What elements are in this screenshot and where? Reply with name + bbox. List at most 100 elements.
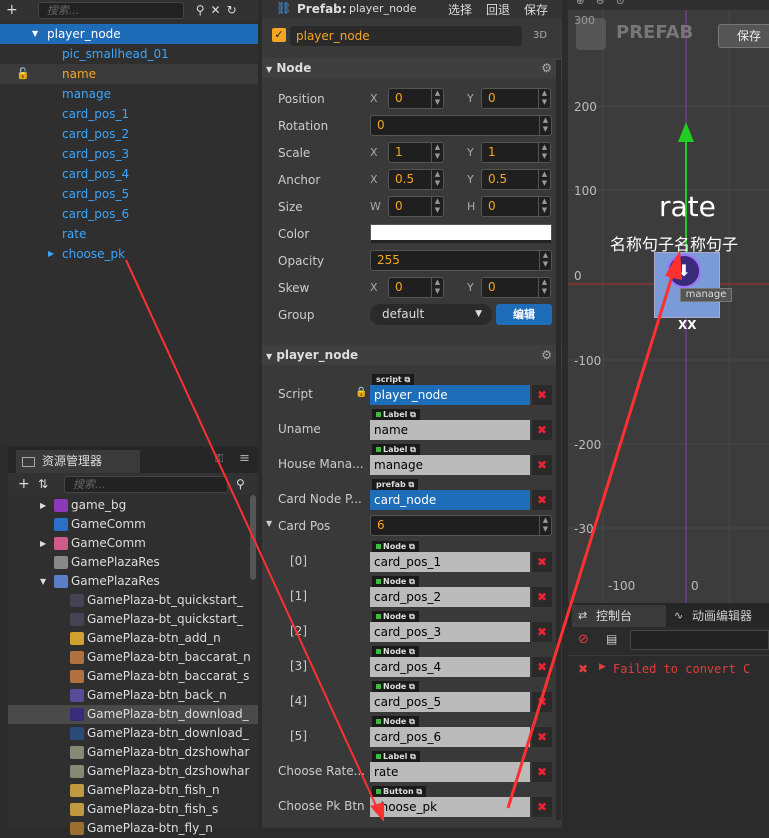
gear-icon[interactable]: ⚙ (541, 58, 552, 78)
spinner-icon[interactable]: ▲ ▼ (431, 170, 443, 189)
position-y-input[interactable]: 0 ▲ ▼ (481, 88, 551, 109)
refresh-icon[interactable]: ↻ (227, 2, 237, 18)
lock-icon[interactable]: ⚿ (215, 452, 223, 466)
tree-item[interactable]: rate (0, 224, 258, 244)
asset-item[interactable]: ▶ GameComm (8, 534, 258, 553)
rate-text[interactable]: rate (659, 190, 716, 223)
group-select[interactable]: default ▼ (370, 304, 492, 325)
remove-card-pos-button[interactable]: ✖ (532, 587, 552, 607)
remove-card-pos-button[interactable]: ✖ (532, 552, 552, 572)
opacity-input[interactable]: 255 ▲ ▼ (370, 250, 552, 271)
size-w-input[interactable]: 0 ▲ ▼ (388, 196, 444, 217)
spinner-icon[interactable]: ▲ ▼ (538, 278, 550, 297)
asset-item[interactable]: GamePlaza-btn_dzshowhar (8, 762, 258, 781)
spinner-icon[interactable]: ▲ ▼ (431, 278, 443, 297)
asset-item[interactable]: GamePlaza-btn_baccarat_n (8, 648, 258, 667)
asset-item[interactable]: ▶ game_bg (8, 496, 258, 515)
console-filter-input[interactable] (630, 630, 769, 650)
remove-house-button[interactable]: ✖ (532, 455, 552, 475)
clear-icon[interactable]: ⊘ (578, 632, 589, 647)
remove-card-pos-button[interactable]: ✖ (532, 727, 552, 747)
gear-icon[interactable]: ⚙ (541, 345, 552, 365)
assets-scrollbar[interactable] (250, 495, 256, 580)
asset-item[interactable]: GamePlaza-btn_fly_n (8, 819, 258, 838)
menu-icon[interactable]: ≡ (239, 451, 250, 466)
scale-y-input[interactable]: 1 ▲ ▼ (481, 142, 551, 163)
spinner-icon[interactable]: ▲ ▼ (431, 197, 443, 216)
remove-card-pos-button[interactable]: ✖ (532, 622, 552, 642)
expand-arrow-icon[interactable]: ▶ (48, 244, 54, 264)
skew-y-input[interactable]: 0 ▲ ▼ (481, 277, 551, 298)
house-manage-field[interactable]: manage (370, 455, 530, 475)
tree-item[interactable]: card_pos_4 (0, 164, 258, 184)
card-pos-count-input[interactable]: 6 ▲ ▼ (370, 515, 552, 536)
zoom-out-icon[interactable]: ⊖ (596, 0, 604, 7)
remove-uname-button[interactable]: ✖ (532, 420, 552, 440)
expand-arrow-icon[interactable]: ▶ (40, 534, 46, 553)
asset-item[interactable]: GamePlaza-btn_download_ (8, 705, 258, 724)
tree-item[interactable]: card_pos_2 (0, 124, 258, 144)
position-x-input[interactable]: 0 ▲ ▼ (388, 88, 444, 109)
card-node-field[interactable]: card_node (370, 490, 530, 510)
collapse-icon[interactable]: ✕ (211, 2, 221, 18)
card-pos-field[interactable]: card_pos_1 (370, 552, 530, 572)
spinner-icon[interactable]: ▲ ▼ (538, 197, 550, 216)
remove-rate-button[interactable]: ✖ (532, 762, 552, 782)
asset-item[interactable]: GamePlaza-btn_fish_s (8, 800, 258, 819)
hierarchy-search-input[interactable]: 搜索... (37, 1, 184, 19)
inspector-scrollbar[interactable] (556, 60, 561, 820)
asset-item[interactable]: GamePlaza-bt_quickstart_ (8, 591, 258, 610)
node-name-input[interactable]: player_node (290, 26, 522, 46)
spinner-icon[interactable]: ▲ ▼ (539, 516, 551, 535)
xx-text[interactable]: XX (678, 318, 697, 332)
spinner-icon[interactable]: ▲ ▼ (538, 143, 550, 162)
zoom-in-icon[interactable]: ⊕ (576, 0, 584, 7)
card-pos-field[interactable]: card_pos_2 (370, 587, 530, 607)
node-active-checkbox[interactable]: ✓ (272, 28, 286, 42)
revert-button[interactable]: 回退 (486, 1, 510, 18)
anchor-x-input[interactable]: 0.5 ▲ ▼ (388, 169, 444, 190)
scene-view[interactable]: ⊕ ⊖ ⊙ PREFAB 保存 300 200 100 0 -100 -200 … (568, 0, 769, 603)
lock-icon[interactable]: 🔓 (16, 64, 30, 84)
avatar[interactable]: ⬇ (654, 252, 720, 318)
spinner-icon[interactable]: ▲ ▼ (538, 170, 550, 189)
color-picker[interactable] (370, 224, 552, 243)
choose-pk-field[interactable]: choose_pk (370, 797, 530, 817)
tab-console[interactable]: ⇄ 控制台 (572, 605, 666, 627)
add-icon[interactable]: + (18, 476, 30, 492)
assets-search-input[interactable]: 搜索... (64, 476, 228, 493)
tree-item[interactable]: pic_smallhead_01 (0, 44, 258, 64)
search-icon[interactable]: ⚲ (236, 476, 245, 492)
asset-item[interactable]: GamePlaza-btn_baccarat_s (8, 667, 258, 686)
expand-arrow-icon[interactable]: ▼ (266, 519, 272, 528)
tab-animation[interactable]: ∿ 动画编辑器 (672, 605, 769, 627)
tree-item[interactable]: card_pos_5 (0, 184, 258, 204)
tree-item[interactable]: ▶ choose_pk (0, 244, 258, 264)
tree-item[interactable]: manage (0, 84, 258, 104)
zoom-reset-icon[interactable]: ⊙ (616, 0, 624, 7)
expand-arrow-icon[interactable]: ▼ (32, 24, 38, 44)
card-pos-field[interactable]: card_pos_3 (370, 622, 530, 642)
remove-pk-button[interactable]: ✖ (532, 797, 552, 817)
tab-assets[interactable]: 资源管理器 (16, 450, 140, 473)
asset-item[interactable]: GamePlaza-bt_quickstart_ (8, 610, 258, 629)
tree-item[interactable]: 🔓 name (0, 64, 258, 84)
asset-item[interactable]: GameComm (8, 515, 258, 534)
select-button[interactable]: 选择 (448, 1, 472, 18)
toggle-3d[interactable]: 3D (533, 30, 547, 41)
size-h-input[interactable]: 0 ▲ ▼ (481, 196, 551, 217)
document-icon[interactable]: ▤ (606, 632, 617, 646)
sort-icon[interactable]: ⇅ (38, 476, 48, 492)
skew-x-input[interactable]: 0 ▲ ▼ (388, 277, 444, 298)
expand-arrow-icon[interactable]: ▶ (40, 496, 46, 515)
tree-item[interactable]: card_pos_1 (0, 104, 258, 124)
node-section-header[interactable]: ▼ Node ⚙ (262, 58, 562, 78)
remove-cardnode-button[interactable]: ✖ (532, 490, 552, 510)
asset-item[interactable]: GamePlaza-btn_back_n (8, 686, 258, 705)
spinner-icon[interactable]: ▲ ▼ (539, 116, 551, 135)
scene-save-button[interactable]: 保存 (718, 24, 769, 48)
spinner-icon[interactable]: ▲ ▼ (431, 143, 443, 162)
asset-item[interactable]: GamePlazaRes (8, 553, 258, 572)
error-message[interactable]: Failed to convert C (613, 662, 750, 676)
spinner-icon[interactable]: ▲ ▼ (431, 89, 443, 108)
